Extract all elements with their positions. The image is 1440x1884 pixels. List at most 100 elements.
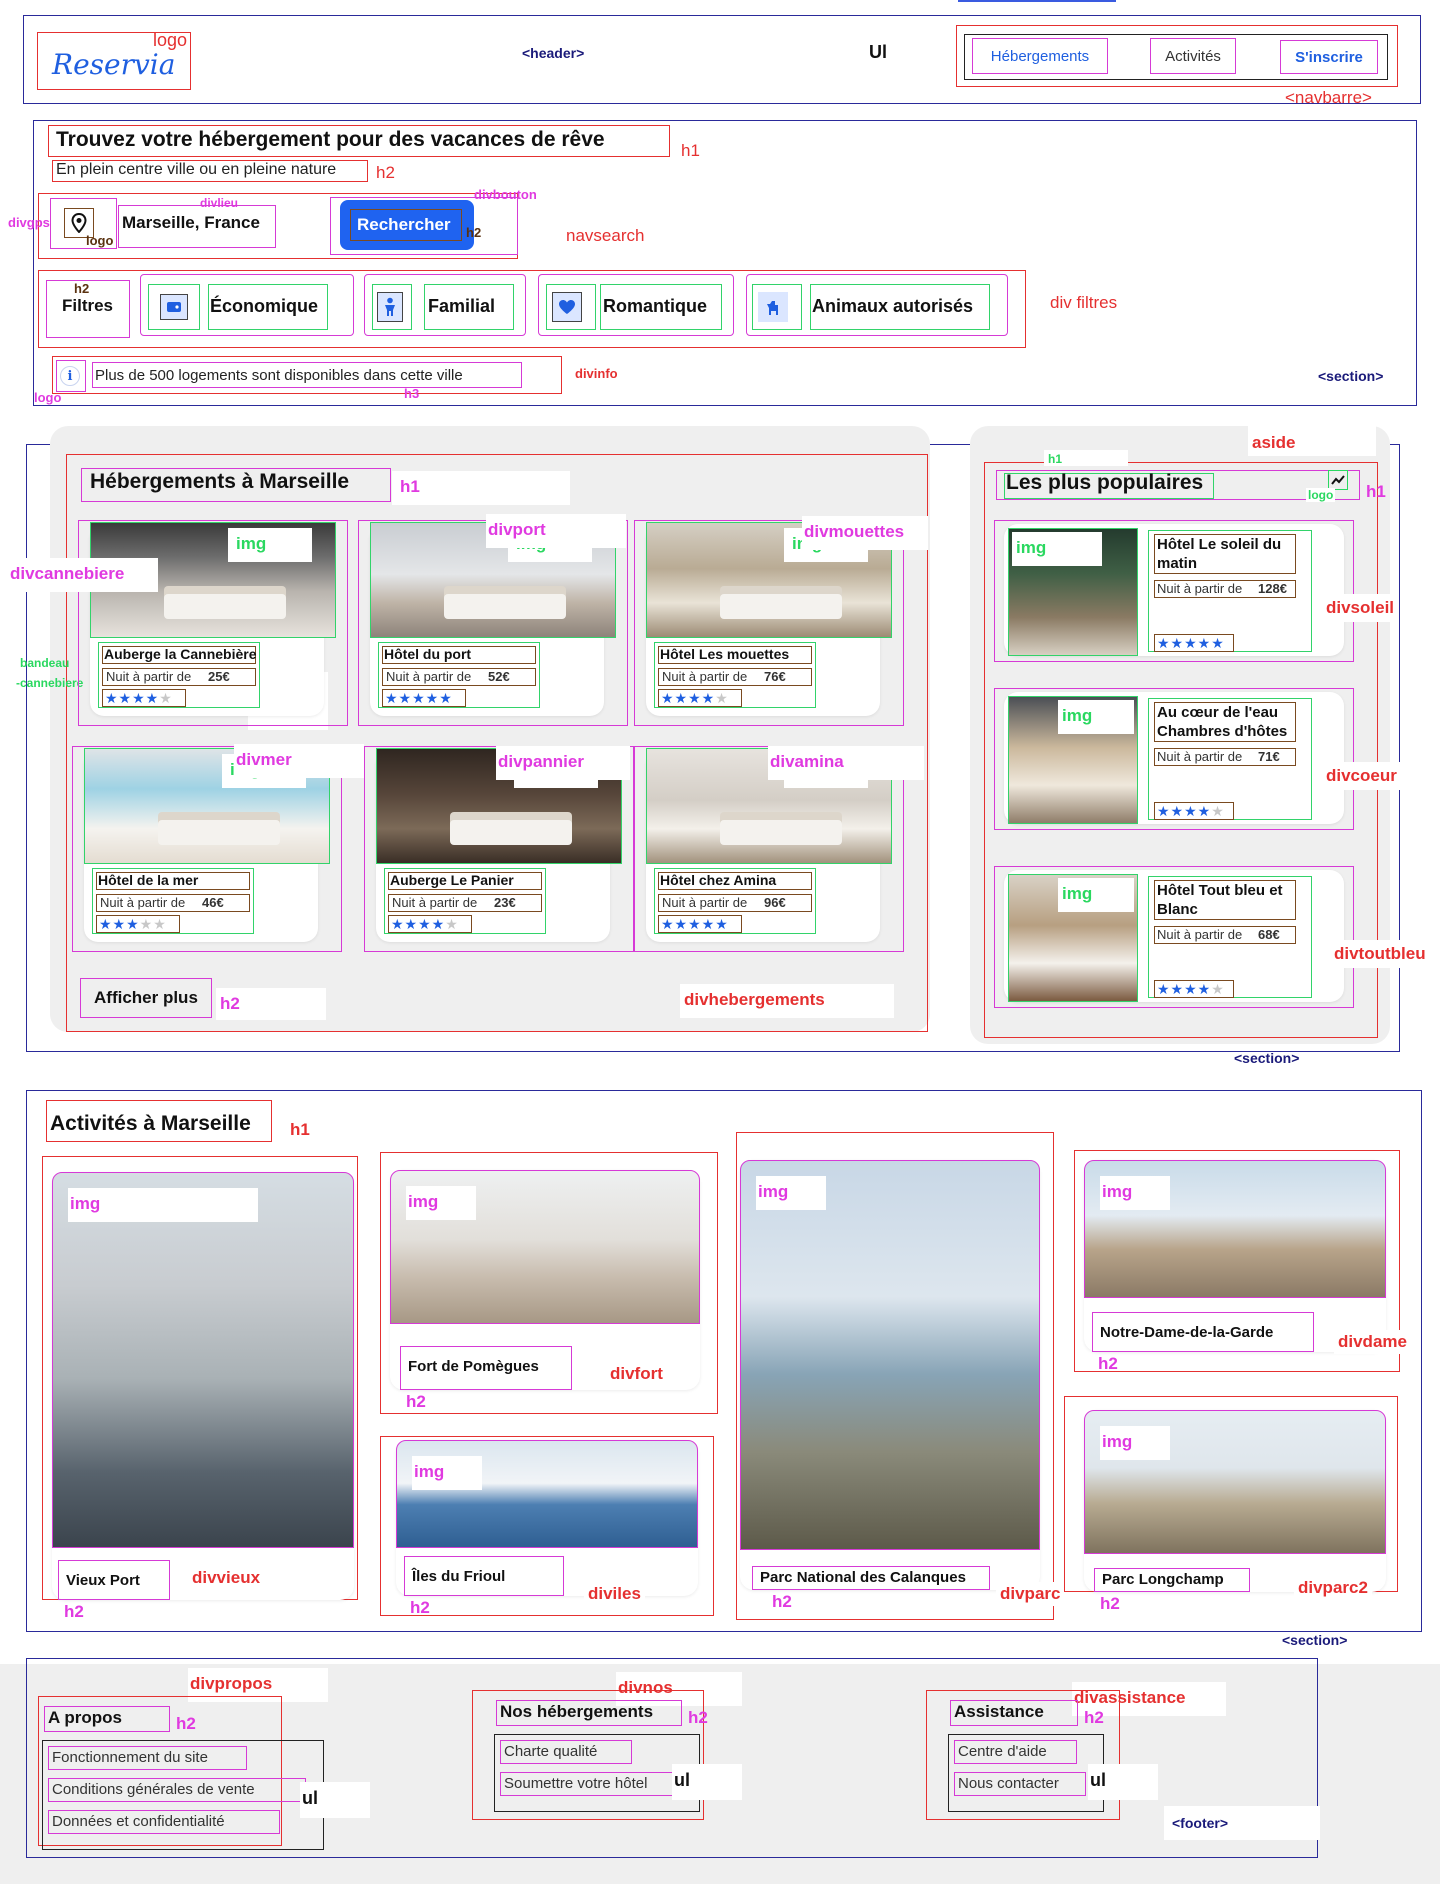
filter-romantique-label: Romantique: [603, 296, 708, 316]
annot-aside-h1-small: h1: [1048, 452, 1063, 466]
card-name: Auberge Le Panier: [390, 872, 514, 888]
annot-section-3: <section>: [1282, 1632, 1348, 1648]
filter-economique-label: Économique: [210, 296, 319, 316]
more-button[interactable]: Afficher plus: [94, 988, 198, 1008]
bed-shape: [444, 593, 567, 619]
aside-stars: ★★★★★: [1154, 802, 1234, 820]
footer-link[interactable]: Données et confidentialité: [52, 1813, 225, 1830]
footer-link[interactable]: Conditions générales de vente: [52, 1781, 255, 1798]
annot-section-2: <section>: [1234, 1050, 1300, 1066]
activites-title: Activités à Marseille: [50, 1112, 251, 1135]
aside-price-prefix: Nuit à partir de: [1157, 581, 1243, 596]
activite-img-label: img: [1102, 1432, 1133, 1451]
logo[interactable]: Reservia: [52, 48, 175, 81]
activite-img-label: img: [414, 1462, 445, 1481]
annot-bandeau-2: -cannebiere: [16, 676, 84, 690]
activite-div-label: divvieux: [188, 1566, 265, 1590]
footer-link[interactable]: Fonctionnement du site: [52, 1749, 208, 1766]
card-name: Hôtel du port: [384, 646, 472, 662]
nav-inscrire[interactable]: S'inscrire: [1280, 40, 1378, 74]
aside-div-label: divsoleil: [1322, 594, 1399, 622]
annot-title-h1: h1: [681, 141, 700, 160]
filter-familial-label: Familial: [428, 296, 496, 316]
wallet-icon: [160, 294, 188, 320]
aside-stars: ★★★★★: [1154, 634, 1234, 652]
annot-aside-logo: logo: [1306, 488, 1336, 502]
activite-div-label: divdame: [1334, 1330, 1411, 1354]
aside-name: Au cœur de l'eau Chambres d'hôtes: [1157, 704, 1288, 740]
bed-shape: [164, 593, 287, 619]
bed-shape: [450, 819, 573, 845]
hebergements-title: Hébergements à Marseille: [90, 470, 350, 493]
annot-section-1: <section>: [1318, 368, 1384, 384]
annot-div-filtres: div filtres: [1050, 293, 1118, 312]
footer-title: Nos hébergements: [500, 1702, 654, 1721]
nav-activites[interactable]: Activités: [1150, 38, 1236, 74]
aside-name: Hôtel Tout bleu et Blanc: [1157, 882, 1283, 918]
footer-link[interactable]: Soumettre votre hôtel: [504, 1775, 647, 1792]
card-price: 76€: [764, 669, 786, 684]
card-stars: ★★★★★: [658, 689, 742, 707]
filters-label: Filtres: [62, 296, 114, 315]
bed-shape: [158, 819, 281, 845]
activite-img-label: img: [1102, 1182, 1133, 1201]
card-price: 52€: [488, 669, 510, 684]
aside-img-label: img: [1062, 706, 1093, 725]
location-value: Marseille, France: [122, 213, 260, 232]
annot-aside: aside: [1252, 433, 1296, 452]
aside-price-prefix: Nuit à partir de: [1157, 749, 1243, 764]
bed-shape: [720, 593, 843, 619]
aside-div-label: divcoeur: [1322, 762, 1401, 790]
footer-link[interactable]: Nous contacter: [958, 1775, 1059, 1792]
annot-activites-h1: h1: [290, 1120, 310, 1139]
annot-logo: logo: [153, 30, 188, 50]
card-price: 23€: [494, 895, 516, 910]
page-title: Trouvez votre hébergement pour des vacan…: [56, 128, 605, 151]
card-price: 46€: [202, 895, 224, 910]
activite-photo: [740, 1160, 1040, 1550]
card-stars: ★★★★★: [102, 689, 186, 707]
annot-gps-logo: logo: [86, 233, 114, 248]
card-stars: ★★★★★: [658, 915, 742, 933]
family-icon: [377, 292, 403, 322]
annot-header: <header>: [522, 45, 585, 61]
footer-h2-label: h2: [1084, 1708, 1104, 1727]
annot-filters-h2: h2: [74, 281, 90, 296]
nav-hebergements-label: Hébergements: [990, 47, 1090, 65]
activite-img-label: img: [70, 1194, 101, 1213]
activite-photo: [52, 1172, 354, 1548]
annot-info-h3: h3: [404, 386, 420, 401]
annot-divgps: divgps: [8, 215, 50, 230]
top-blue-bar: [958, 0, 1116, 2]
aside-price: 71€: [1258, 749, 1280, 764]
div-label: divport: [488, 520, 546, 539]
activite-name: Parc Longchamp: [1102, 1571, 1224, 1588]
card-name: Hôtel Les mouettes: [660, 646, 790, 662]
card-price: 25€: [208, 669, 230, 684]
footer-ul-label: ul: [674, 1770, 690, 1790]
trending-icon: [1328, 470, 1348, 490]
activite-name: Parc National des Calanques: [760, 1569, 966, 1586]
div-label: divamina: [770, 752, 844, 771]
footer-link[interactable]: Centre d'aide: [958, 1743, 1047, 1760]
card-stars: ★★★★★: [382, 689, 466, 707]
annot-bandeau: bandeau: [20, 656, 70, 670]
annot-hebergements-h1: h1: [400, 477, 420, 496]
nav-activites-label: Activités: [1165, 47, 1221, 65]
card-price-prefix: Nuit à partir de: [386, 669, 472, 684]
div-label: divpannier: [498, 752, 584, 771]
activite-img-label: img: [408, 1192, 439, 1211]
footer-ul-label: ul: [1090, 1770, 1106, 1790]
aside-price: 68€: [1258, 927, 1280, 942]
activite-name: Fort de Pomègues: [408, 1358, 539, 1375]
card-stars: ★★★★★: [388, 915, 472, 933]
footer-link[interactable]: Charte qualité: [504, 1743, 597, 1760]
annot-footer: <footer>: [1172, 1815, 1229, 1831]
aside-div-label: divtoutbleu: [1330, 940, 1430, 968]
card-price-prefix: Nuit à partir de: [392, 895, 478, 910]
nav-hebergements[interactable]: Hébergements: [972, 38, 1108, 74]
annot-divinfo: divinfo: [575, 366, 618, 381]
aside-title: Les plus populaires: [1006, 471, 1204, 494]
annot-divhebergements: divhebergements: [684, 990, 825, 1009]
annot-button-h2: h2: [466, 225, 482, 240]
